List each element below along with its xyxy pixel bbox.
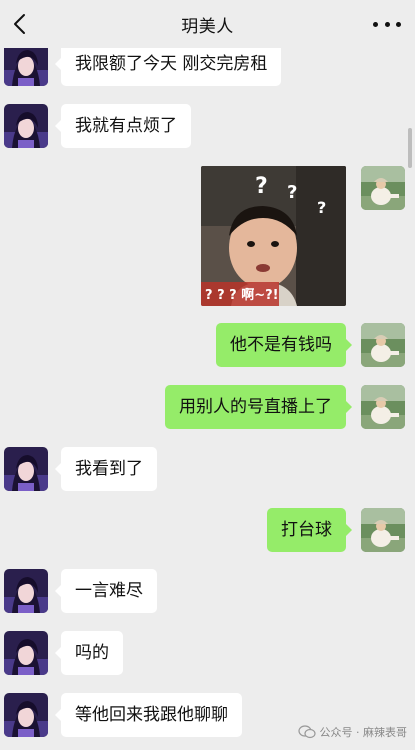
back-button[interactable] <box>6 10 32 38</box>
message-bubble-incoming[interactable]: 我就有点烦了 <box>55 104 191 148</box>
message-bubble-outgoing[interactable]: 打台球 <box>267 508 352 552</box>
more-options-button[interactable] <box>373 16 401 32</box>
my-avatar[interactable] <box>361 166 405 210</box>
more-dots-icon <box>373 21 378 27</box>
sticker-caption: ? ? ? ? ? ? 啊~?! <box>205 174 327 303</box>
scrollbar[interactable] <box>408 128 412 168</box>
message-bubble-incoming[interactable]: 一言难尽 <box>55 569 157 613</box>
chat-title: 玥美人 <box>181 16 234 37</box>
contact-avatar[interactable] <box>4 693 48 737</box>
wechat-icon <box>297 725 316 739</box>
chat-header: 玥美人 <box>0 0 415 48</box>
message-bubble-incoming[interactable]: 我限额了今天 刚交完房租 <box>54 42 282 86</box>
chevron-left-icon <box>14 14 25 34</box>
message-bubble-incoming[interactable]: 等他回来我跟他聊聊 <box>55 693 242 737</box>
message-bubble-outgoing[interactable]: 用别人的号直播上了 <box>165 385 352 429</box>
contact-avatar[interactable] <box>4 631 48 675</box>
watermark: 公众号 · 麻辣表哥 <box>297 722 408 742</box>
my-avatar[interactable] <box>361 323 405 367</box>
my-avatar[interactable] <box>361 508 405 552</box>
contact-avatar[interactable] <box>4 42 48 86</box>
contact-avatar[interactable] <box>4 447 48 491</box>
contact-avatar[interactable] <box>4 104 48 148</box>
message-bubble-incoming[interactable]: 吗的 <box>55 631 123 675</box>
watermark-text: 公众号 · 麻辣表哥 <box>319 726 408 739</box>
my-avatar[interactable] <box>361 385 405 429</box>
message-bubble-outgoing[interactable]: 他不是有钱吗 <box>216 323 352 367</box>
sticker-image[interactable]: ? ? ? ? ? ? 啊~?! <box>201 166 346 306</box>
message-bubble-incoming[interactable]: 我看到了 <box>55 447 157 491</box>
contact-avatar[interactable] <box>4 569 48 613</box>
chat-area: 我限额了今天 刚交完房租 我就有点烦了 ? ? ? ? ? ? 啊~?! 他不是… <box>0 0 415 750</box>
